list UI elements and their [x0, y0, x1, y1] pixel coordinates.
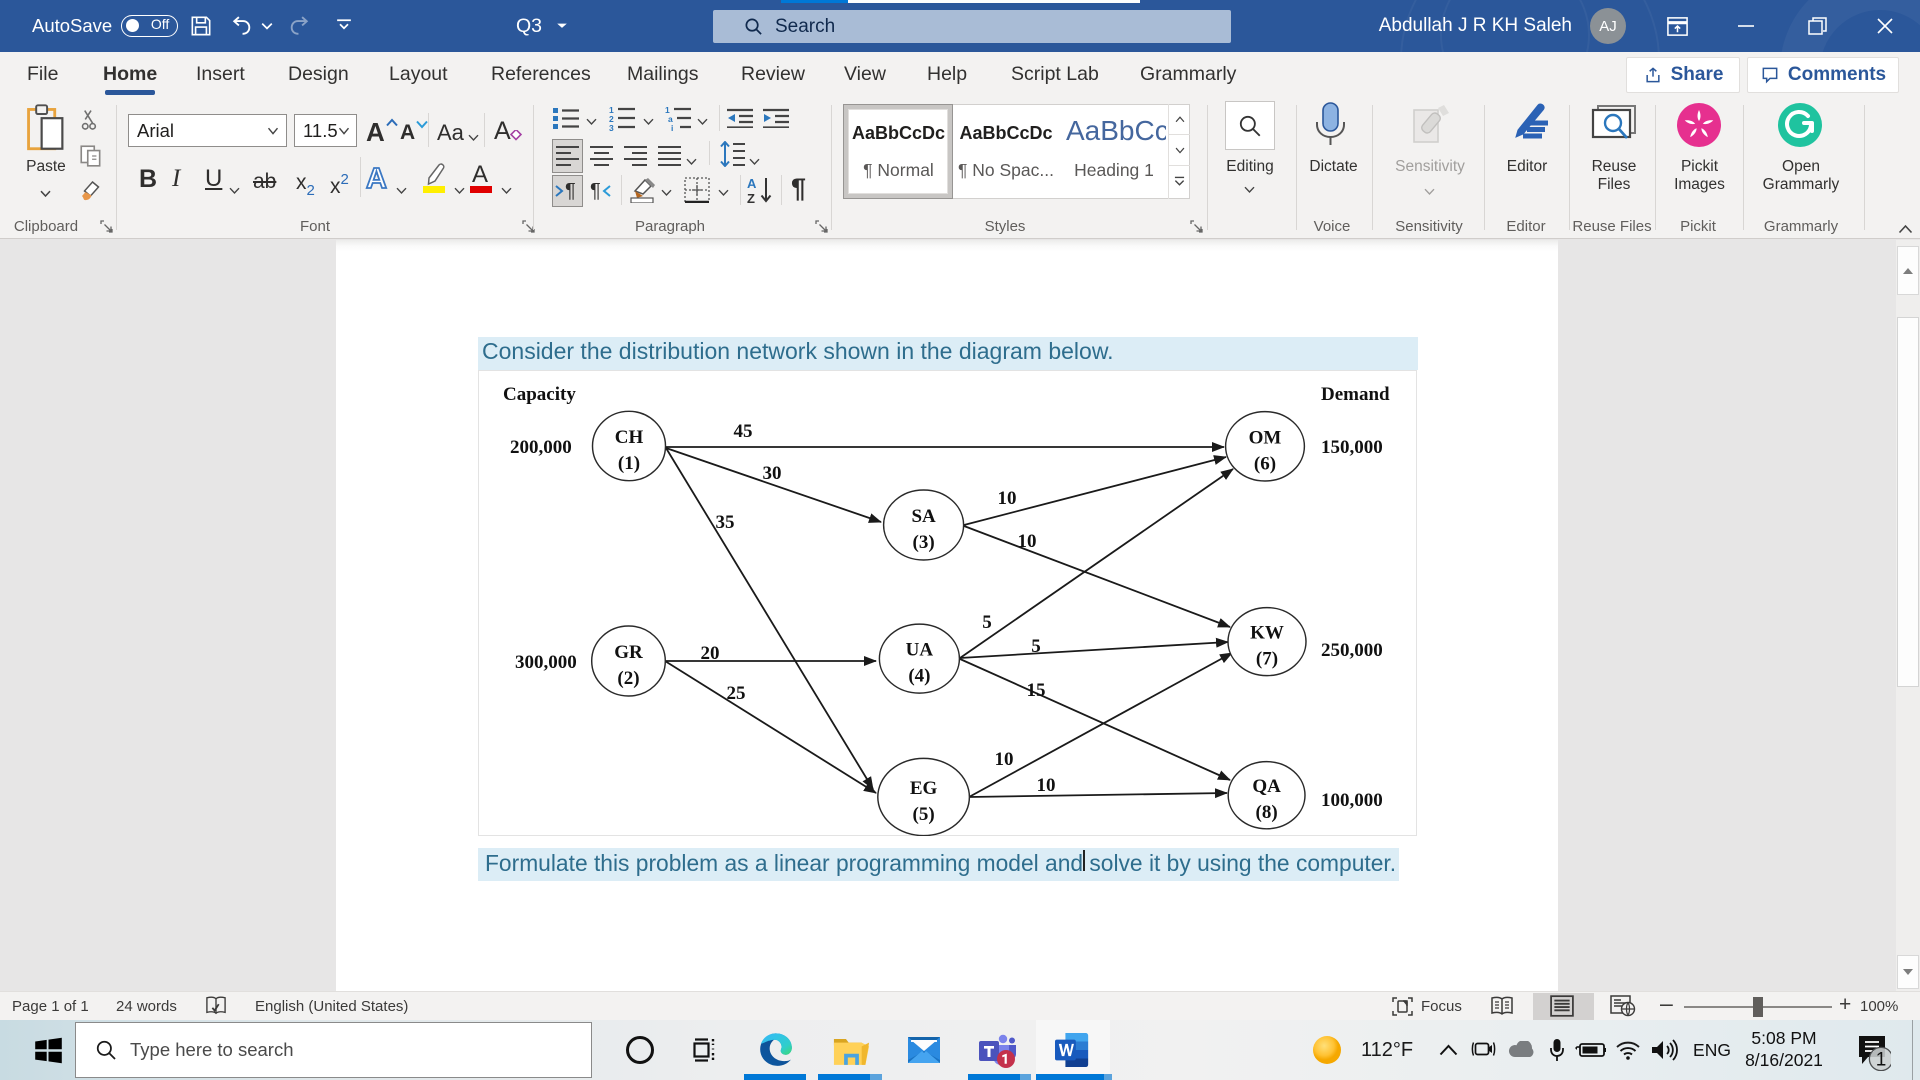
svg-text:Demand: Demand: [1321, 384, 1390, 405]
svg-text:200,000: 200,000: [510, 437, 572, 458]
svg-text:KW: KW: [1250, 623, 1284, 644]
svg-text:(3): (3): [913, 532, 935, 553]
svg-text:10: 10: [1018, 531, 1037, 552]
svg-text:EG: EG: [910, 778, 938, 799]
svg-text:150,000: 150,000: [1321, 437, 1383, 458]
svg-text:45: 45: [734, 421, 753, 442]
svg-text:(6): (6): [1254, 453, 1276, 474]
svg-text:5: 5: [982, 612, 992, 633]
svg-text:3: 3: [609, 123, 614, 131]
svg-text:300,000: 300,000: [515, 652, 577, 673]
svg-text:15: 15: [1027, 680, 1046, 701]
svg-text:1: 1: [1876, 1050, 1887, 1071]
svg-text:(2): (2): [617, 668, 639, 689]
svg-text:30: 30: [763, 463, 782, 484]
svg-text:250,000: 250,000: [1321, 640, 1383, 661]
svg-text:SA: SA: [911, 506, 936, 527]
svg-text:(4): (4): [908, 666, 930, 687]
svg-text:Z: Z: [747, 191, 755, 204]
svg-text:(1): (1): [618, 453, 640, 474]
svg-text:35: 35: [716, 512, 735, 533]
svg-text:10: 10: [995, 749, 1014, 770]
svg-text:QA: QA: [1252, 776, 1281, 797]
svg-text:OM: OM: [1249, 427, 1282, 448]
svg-text:CH: CH: [615, 427, 644, 448]
svg-text:A: A: [747, 176, 757, 191]
svg-text:10: 10: [1037, 775, 1056, 796]
svg-text:(7): (7): [1256, 649, 1278, 670]
svg-text:UA: UA: [906, 640, 934, 661]
svg-text:10: 10: [998, 488, 1017, 509]
svg-text:100,000: 100,000: [1321, 790, 1383, 811]
svg-text:5: 5: [1031, 636, 1041, 657]
svg-text:20: 20: [701, 643, 720, 664]
svg-text:i: i: [671, 123, 673, 131]
svg-text:25: 25: [727, 683, 746, 704]
svg-text:(5): (5): [913, 804, 935, 825]
svg-text:(8): (8): [1256, 802, 1278, 823]
svg-text:GR: GR: [614, 642, 643, 663]
svg-text:Capacity: Capacity: [503, 384, 576, 405]
